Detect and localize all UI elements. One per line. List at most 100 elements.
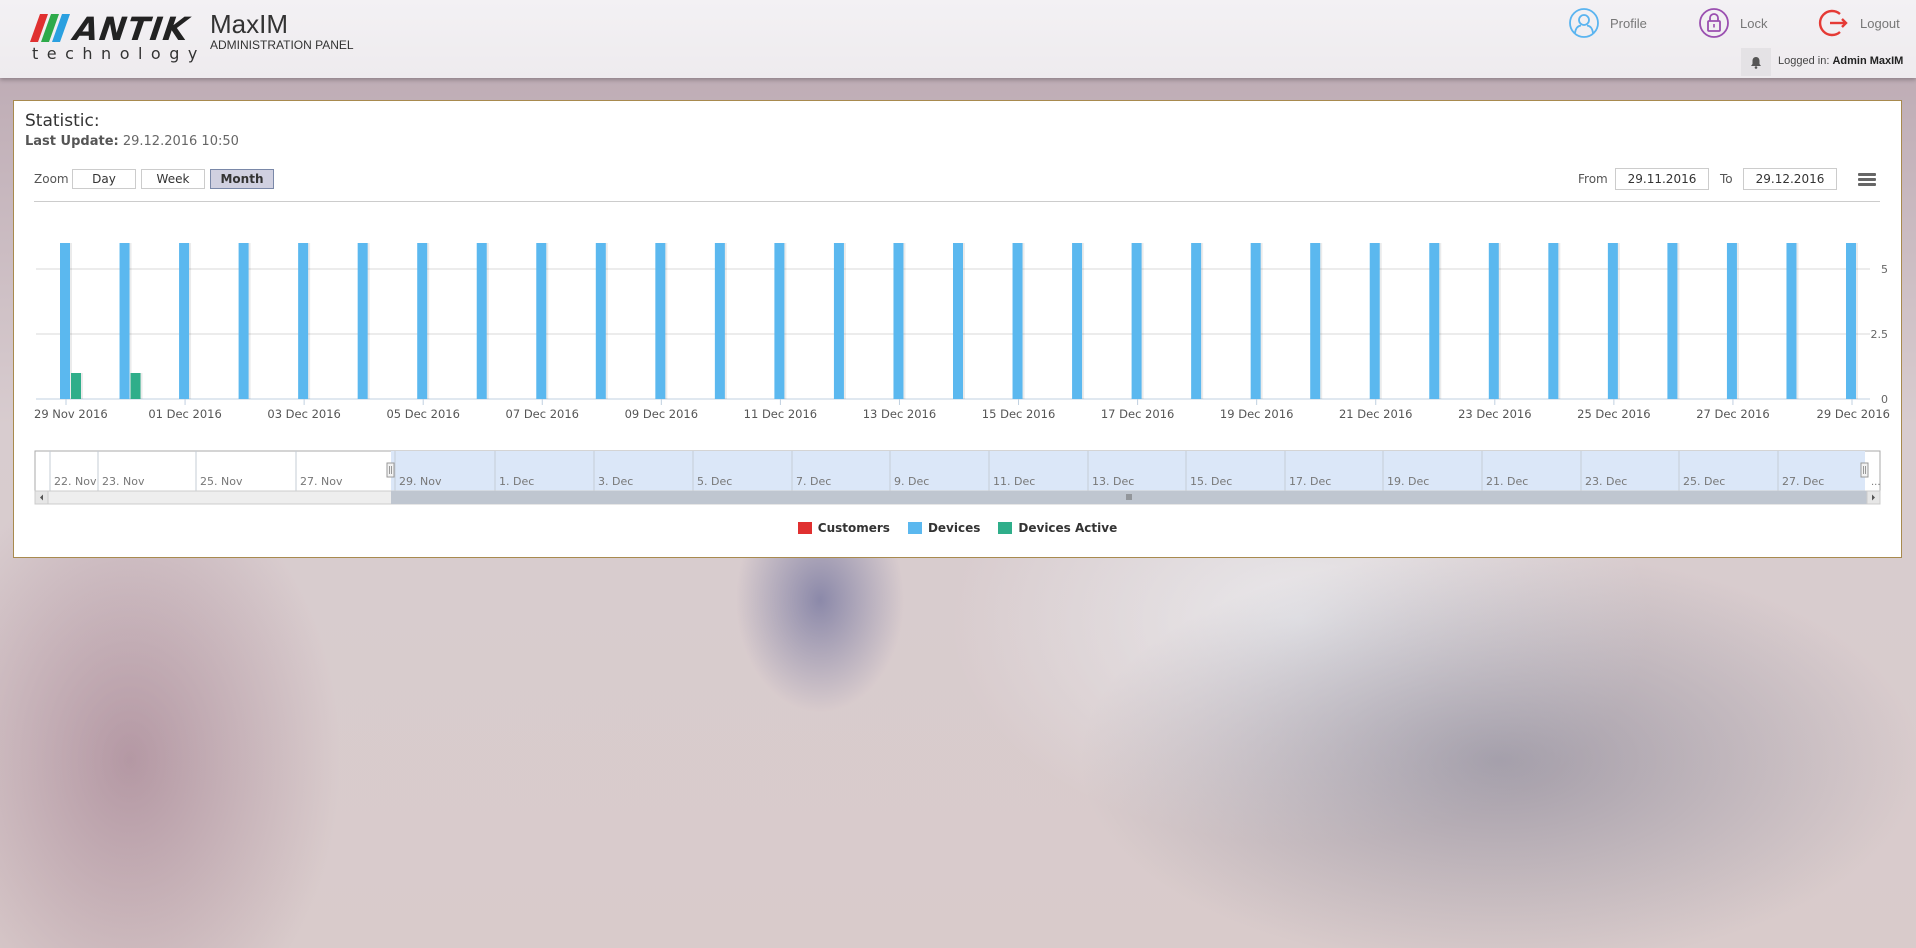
legend-swatch-devices [907, 522, 922, 534]
navigator-label-8: 7. Dec [796, 475, 831, 488]
bar-devices-6 [417, 243, 428, 399]
logged-in-user: Admin MaxIM [1832, 55, 1904, 67]
logged-in-status: Logged in: Admin MaxIM [1778, 55, 1903, 67]
lock-icon [1699, 8, 1729, 38]
x-tick-label-9: 17 Dec 2016 [1101, 407, 1174, 421]
bar-devices-29 [1786, 243, 1797, 399]
profile-link[interactable]: Profile [1568, 6, 1647, 40]
bar-devices-13 [833, 243, 844, 399]
bar-devices-16 [1012, 243, 1023, 399]
x-tick-label-11: 21 Dec 2016 [1339, 407, 1412, 421]
legend-label-customers: Customers [817, 521, 890, 535]
bar-devices-8 [536, 243, 547, 399]
bar-devices-7 [476, 243, 487, 399]
bar-devices-5 [357, 243, 368, 399]
brand-sub: technology [32, 44, 206, 63]
navigator-label-18: 27. Dec [1782, 475, 1824, 488]
antik-logo: ANTIK technology [30, 10, 210, 63]
legend-label-devices: Devices [927, 521, 981, 535]
x-tick-label-12: 23 Dec 2016 [1458, 407, 1531, 421]
x-tick-label-6: 11 Dec 2016 [744, 407, 817, 421]
profile-label: Profile [1610, 15, 1647, 31]
lock-label: Lock [1740, 15, 1768, 31]
bar-devices-11 [714, 243, 725, 399]
bar-devices-active-0 [71, 373, 81, 399]
x-tick-label-7: 13 Dec 2016 [863, 407, 936, 421]
bar-devices-24 [1488, 243, 1499, 399]
y-tick-label-1: 2.5 [1871, 328, 1889, 341]
legend-label-devices-active: Devices Active [1018, 521, 1118, 535]
bar-devices-1 [119, 243, 130, 399]
notifications-button[interactable] [1741, 48, 1771, 76]
navigator-label-6: 3. Dec [598, 475, 633, 488]
user-icon [1569, 8, 1599, 38]
bar-devices-20 [1250, 243, 1261, 399]
navigator-label-9: 9. Dec [894, 475, 929, 488]
x-tick-label-0: 29 Nov 2016 [34, 407, 108, 421]
bar-devices-25 [1548, 243, 1559, 399]
lock-link[interactable]: Lock [1698, 6, 1767, 40]
navigator-label-16: 23. Dec [1585, 475, 1627, 488]
navigator-label-4: 29. Nov [399, 475, 442, 488]
bar-devices-2 [179, 243, 190, 399]
bar-devices-14 [893, 243, 904, 399]
navigator-label-2: 25. Nov [200, 475, 243, 488]
legend-devices[interactable]: Devices [907, 521, 981, 535]
bar-devices-active-1 [130, 373, 141, 399]
bar-devices-15 [953, 243, 963, 399]
navigator-label-5: 1. Dec [499, 475, 534, 488]
legend-swatch-devices-active [998, 522, 1013, 534]
brand-name: ANTIK [71, 10, 192, 48]
bar-devices-21 [1310, 243, 1321, 399]
x-tick-label-15: 29 Dec 2016 [1817, 407, 1890, 421]
navigator-label-17: 25. Dec [1683, 475, 1725, 488]
legend-devices-active[interactable]: Devices Active [998, 521, 1117, 535]
logout-icon [1818, 9, 1848, 37]
bar-chart: 0 2.5 5 29 Nov 2016 01 Dec 2016 03 Dec 2016 05… [34, 243, 1890, 505]
navigator-label-1: 23. Nov [102, 475, 145, 488]
app-subtitle: ADMINISTRATION PANEL [210, 38, 354, 52]
x-tick-label-8: 15 Dec 2016 [982, 407, 1055, 421]
bar-devices-17 [1072, 243, 1083, 399]
legend-swatch-customers [797, 522, 812, 534]
navigator-label-7: 5. Dec [697, 475, 732, 488]
logged-in-label: Logged in: [1778, 55, 1830, 67]
legend-customers[interactable]: Customers [797, 521, 890, 535]
navigator-label-12: 15. Dec [1190, 475, 1232, 488]
navigator-label-13: 17. Dec [1289, 475, 1331, 488]
scrollbar-thumb[interactable] [391, 491, 1874, 504]
x-tick-label-2: 03 Dec 2016 [267, 407, 340, 421]
navigator-handle-right[interactable] [1860, 462, 1869, 478]
y-tick-label-2: 5 [1881, 263, 1888, 276]
app-title: MaxIM ADMINISTRATION PANEL [210, 10, 354, 52]
y-tick-label-0: 0 [1881, 393, 1888, 406]
bar-devices-23 [1429, 243, 1440, 399]
statistic-panel: Statistic: Last Update: 29.12.2016 10:50… [13, 100, 1902, 558]
chart-legend: Customers Devices Devices Active [14, 521, 1901, 535]
top-bar: ANTIK technology MaxIM ADMINISTRATION PA… [0, 0, 1916, 78]
navigator-label-14: 19. Dec [1387, 475, 1429, 488]
x-tick-label-13: 25 Dec 2016 [1577, 407, 1650, 421]
bar-devices-0 [60, 243, 70, 399]
bar-devices-22 [1369, 243, 1380, 399]
bar-devices-19 [1191, 243, 1202, 399]
bar-devices-12 [774, 243, 785, 399]
x-tick-label-1: 01 Dec 2016 [148, 407, 221, 421]
bar-devices-28 [1726, 243, 1737, 399]
x-tick-label-14: 27 Dec 2016 [1696, 407, 1769, 421]
navigator-label-10: 11. Dec [993, 475, 1035, 488]
logout-link[interactable]: Logout [1818, 6, 1900, 40]
logout-label: Logout [1860, 15, 1900, 31]
navigator-overflow-label: ... [1871, 477, 1881, 488]
bell-icon [1751, 56, 1761, 69]
bar-devices-18 [1131, 243, 1142, 399]
x-tick-label-3: 05 Dec 2016 [386, 407, 459, 421]
bar-devices-27 [1667, 243, 1678, 399]
navigator-handle-left[interactable] [386, 462, 395, 478]
bar-devices-4 [298, 243, 309, 399]
navigator-label-15: 21. Dec [1486, 475, 1528, 488]
app-name: MaxIM [210, 9, 288, 39]
bar-devices-10 [655, 243, 666, 399]
bar-devices-3 [238, 243, 249, 399]
x-tick-label-4: 07 Dec 2016 [506, 407, 579, 421]
